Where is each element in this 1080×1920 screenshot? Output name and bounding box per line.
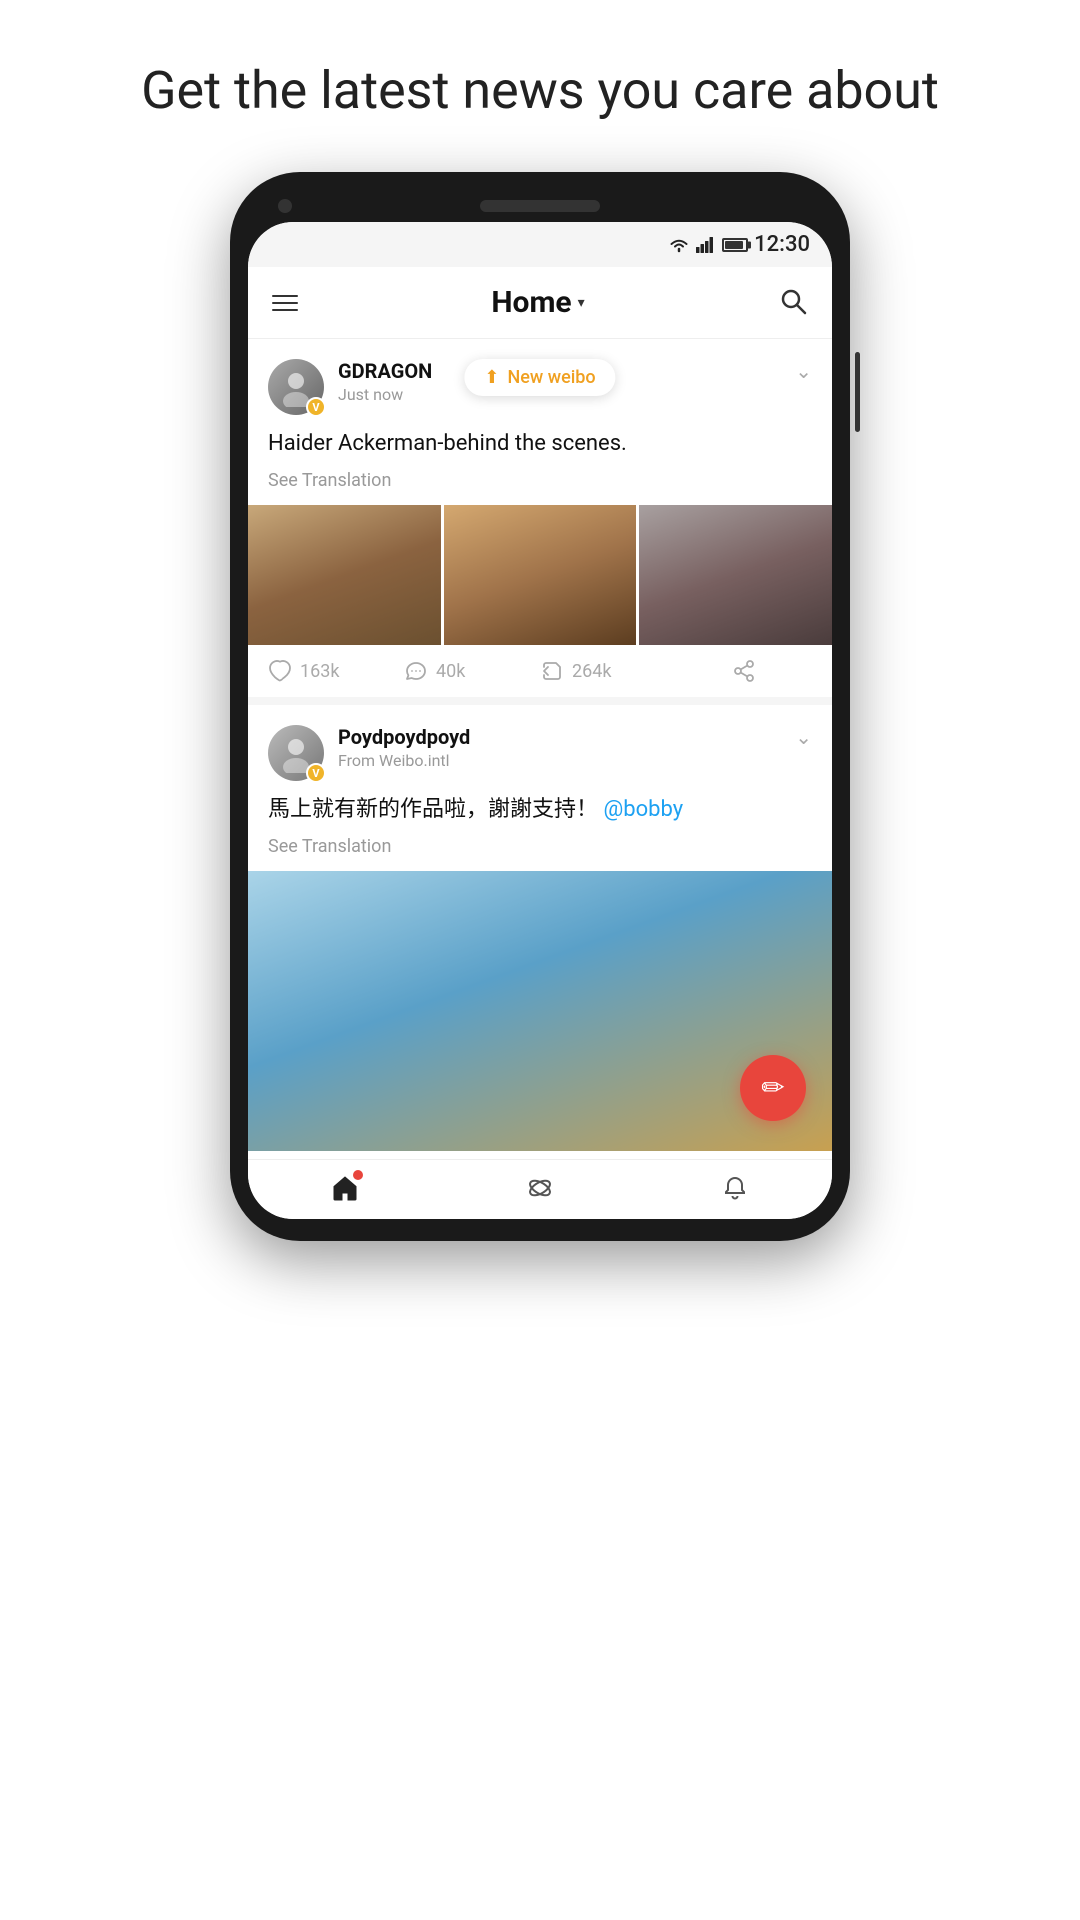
post-meta: GDRAGON Just now [338,359,432,404]
comment-icon [404,659,428,683]
search-icon [778,286,808,316]
repost-icon [540,659,564,683]
post-username-2: Poydpoydpoyd [338,725,470,749]
post-username: GDRAGON [338,359,432,383]
post-mention[interactable]: @bobby [603,797,683,822]
post-meta-2: Poydpoydpoyd From Weibo.intl [338,725,470,770]
status-bar: 12:30 [248,222,832,267]
phone-top-bar [248,200,832,212]
wifi-icon [668,237,690,253]
phone-camera [278,199,292,213]
repost-button[interactable]: 264k [540,659,676,683]
status-icons: 12:30 [668,232,810,257]
post-image-single[interactable] [248,871,832,1151]
share-button[interactable] [676,659,812,683]
like-count: 163k [300,661,339,682]
verified-badge-2: V [306,763,326,783]
post-content-2: 馬上就有新的作品啦，謝謝支持！ @bobby [268,795,812,826]
like-icon [268,659,292,683]
avatar[interactable]: V [268,359,324,415]
search-button[interactable] [778,286,808,320]
phone-side-button [855,352,860,432]
status-time: 12:30 [754,232,810,257]
post-image-2[interactable] [444,505,637,645]
comment-button[interactable]: 40k [404,659,540,683]
post-menu-icon-2[interactable]: ⌄ [795,725,812,749]
compose-icon: ✏ [761,1071,784,1104]
feed: ⬆ New weibo V [248,339,832,1151]
new-weibo-label: New weibo [507,367,595,388]
nav-home-notification-dot [353,1170,363,1180]
compose-fab-button[interactable]: ✏ [740,1055,806,1121]
header-title: Home [491,285,571,320]
bell-icon [721,1174,749,1209]
post-image-1[interactable] [248,505,441,645]
post-header: ⬆ New weibo V [268,359,812,415]
menu-icon[interactable] [272,295,298,311]
header-title-area[interactable]: Home ▾ [491,285,584,320]
post-actions: 163k 40k 264k [268,645,812,697]
battery-icon [722,238,748,252]
signal-icon [696,237,714,253]
nav-home[interactable] [331,1174,359,1209]
new-weibo-arrow-icon: ⬆ [484,367,499,388]
new-weibo-badge[interactable]: ⬆ New weibo [464,359,615,396]
post-avatar-area: V GDRAGON Just now [268,359,432,415]
post-time-2: From Weibo.intl [338,751,470,770]
bottom-nav [248,1159,832,1219]
verified-badge: V [306,397,326,417]
share-icon [732,659,756,683]
post-avatar-area-2: V Poydpoydpoyd From Weibo.intl [268,725,470,781]
post-image-grid [248,505,832,645]
like-button[interactable]: 163k [268,659,404,683]
avatar-2[interactable]: V [268,725,324,781]
post-text-2: 馬上就有新的作品啦，謝謝支持！ [268,797,598,822]
post-header-2: V Poydpoydpoyd From Weibo.intl ⌄ [268,725,812,781]
chevron-down-icon: ▾ [578,295,585,311]
post-menu-icon[interactable]: ⌄ [795,359,812,383]
post-image-3[interactable] [639,505,832,645]
app-header: Home ▾ [248,267,832,339]
see-translation-button[interactable]: See Translation [268,470,812,491]
comment-count: 40k [436,661,465,682]
repost-count: 264k [572,661,611,682]
post-card-2: V Poydpoydpoyd From Weibo.intl ⌄ 馬上就有新的作… [248,705,832,1151]
post-card: ⬆ New weibo V [248,339,832,697]
nav-explore[interactable] [526,1174,554,1209]
page-headline: Get the latest news you care about [81,60,999,122]
explore-icon [526,1174,554,1209]
post-time: Just now [338,385,432,404]
see-translation-button-2[interactable]: See Translation [268,836,812,857]
phone-screen: 12:30 Home ▾ [248,222,832,1219]
phone-speaker [480,200,600,212]
phone-frame: 12:30 Home ▾ [230,172,850,1241]
post-content: Haider Ackerman-behind the scenes. [268,429,812,460]
nav-notifications[interactable] [721,1174,749,1209]
